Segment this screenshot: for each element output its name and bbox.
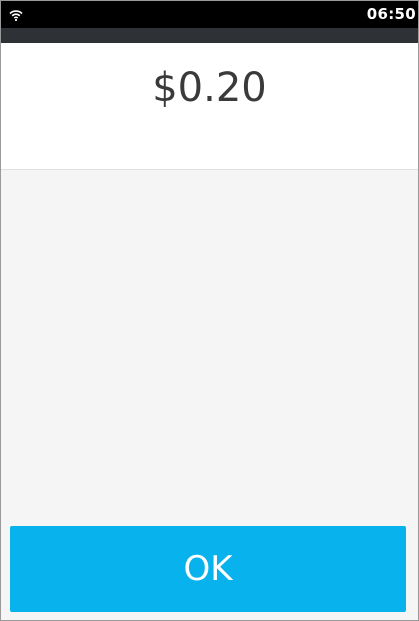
title-strip: [1, 28, 418, 43]
status-bar: 06:50: [1, 1, 418, 28]
ok-button[interactable]: OK: [10, 526, 406, 612]
payment-amount: $0.20: [152, 65, 267, 111]
status-time: 06:50: [366, 5, 416, 23]
amount-panel: $0.20: [1, 43, 418, 170]
wifi-icon: [9, 7, 23, 22]
device-screen: 06:50 $0.20 OK: [0, 0, 419, 621]
